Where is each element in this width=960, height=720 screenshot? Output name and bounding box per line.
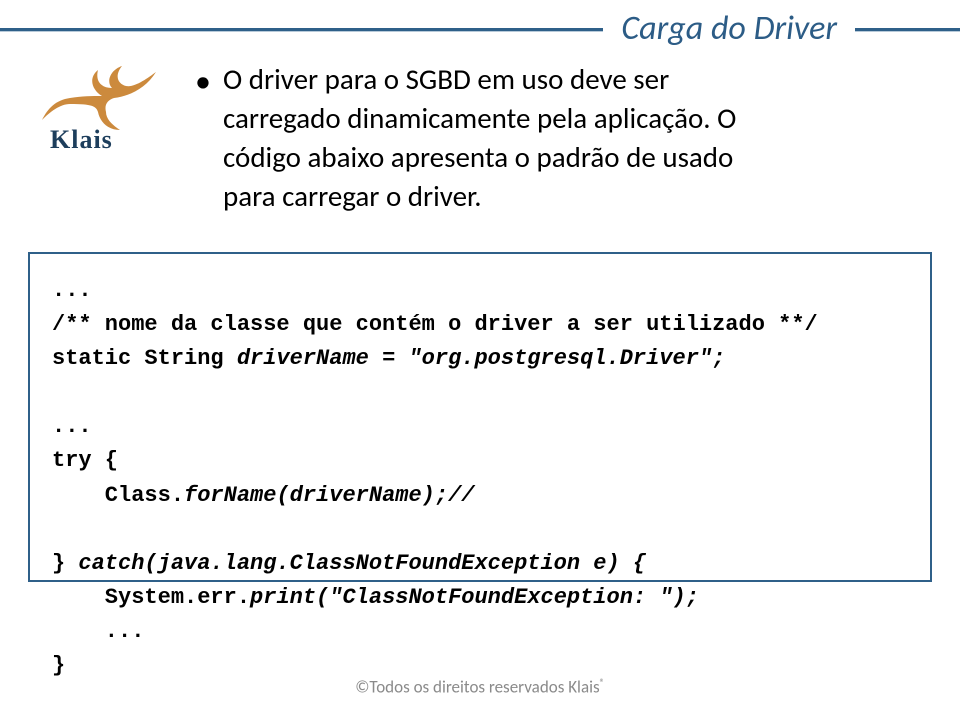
code-text: driverName = "org.postgresql.Driver"; xyxy=(237,346,725,371)
footer: ©Todos os direitos reservados Klais® xyxy=(0,676,960,698)
code-text: forName(driverName);// xyxy=(184,483,474,508)
slide-title: Carga do Driver xyxy=(621,8,837,49)
code-text: Class. xyxy=(52,483,184,508)
code-text: /** nome da classe que contém o driver a… xyxy=(52,312,818,337)
code-text: catch(java.lang.ClassNotFoundException e… xyxy=(78,551,646,576)
slide-title-box: Carga do Driver xyxy=(603,0,855,59)
code-block: ... /** nome da classe que contém o driv… xyxy=(28,252,932,582)
code-text: System.err. xyxy=(52,585,250,610)
bullet-line: para carregar o driver. xyxy=(223,178,482,214)
code-text: } xyxy=(52,653,65,678)
footer-sup: ® xyxy=(600,676,605,689)
code-text: } xyxy=(52,551,78,576)
code-text: print("ClassNotFoundException: "); xyxy=(250,585,699,610)
logo-text: Klais xyxy=(50,125,113,155)
code-text: ... xyxy=(52,414,92,439)
bullet-line: carregado dinamicamente pela aplicação. … xyxy=(223,100,736,136)
bullet-line: código abaixo apresenta o padrão de usad… xyxy=(223,139,733,175)
bullet-line: O driver para o SGBD em uso deve ser xyxy=(223,61,669,97)
bullet-list: O driver para o SGBD em uso deve ser car… xyxy=(195,60,855,217)
code-text: static String xyxy=(52,346,237,371)
code-text: ... xyxy=(52,278,92,303)
footer-text: ©Todos os direitos reservados Klais xyxy=(355,677,599,698)
code-text: try { xyxy=(52,448,118,473)
bullet-item: O driver para o SGBD em uso deve ser car… xyxy=(195,60,855,217)
code-text: ... xyxy=(52,619,144,644)
